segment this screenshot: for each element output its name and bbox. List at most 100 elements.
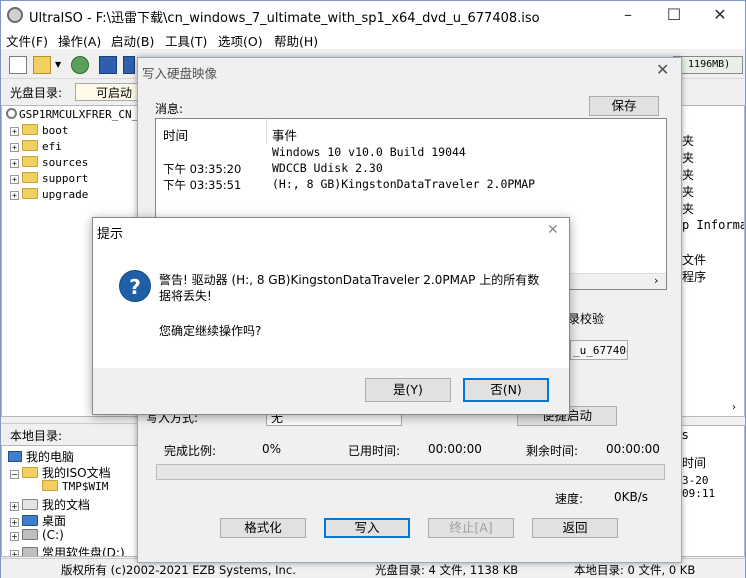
bootable-indicator: 可启动 <box>75 83 139 101</box>
local-file-list[interactable]: s 时间 3-20 09:11 <box>681 425 745 557</box>
local-directory-tree[interactable]: 我的电脑 − 我的ISO文档 TMP$WIM + 我的文档 + 桌面 + (C:) + 常… <box>1 445 141 557</box>
tree-my-iso-docs[interactable]: − 我的ISO文档 <box>10 464 111 480</box>
menu-help[interactable]: 帮助(H) <box>274 31 318 50</box>
menu-boot[interactable]: 启动(B) <box>111 31 154 50</box>
stop-button[interactable]: 终止[A] <box>428 518 514 538</box>
log-event: Windows 10 v10.0 Build 19044 <box>272 145 466 159</box>
dialog-close-icon[interactable]: ✕ <box>656 60 669 79</box>
folder-icon <box>22 467 38 478</box>
speed-label: 速度: <box>555 492 584 506</box>
list-item[interactable]: 程序 <box>682 268 706 285</box>
list-item[interactable]: 夹 <box>682 183 694 200</box>
documents-icon <box>22 499 38 510</box>
list-item[interactable]: 文件 <box>682 251 706 268</box>
local-dir-label: 本地目录: <box>10 429 63 443</box>
log-time: 下午 03:35:51 <box>163 178 242 192</box>
write-progress-bar <box>156 464 665 480</box>
expand-icon[interactable]: + <box>10 175 19 184</box>
back-button[interactable]: 返回 <box>532 518 618 538</box>
column-header-time[interactable]: 时间 <box>682 454 706 471</box>
write-button[interactable]: 写入 <box>324 518 410 538</box>
column-divider <box>266 119 267 143</box>
expand-icon[interactable]: + <box>10 143 19 152</box>
column-time: 时间 <box>163 128 189 143</box>
ultraiso-main-window: UltraISO - F:\迅雷下载\cn_windows_7_ultimate… <box>0 0 746 578</box>
confirm-dialog: 提示 ✕ ? 警告! 驱动器 (H:, 8 GB)KingstonDataTra… <box>92 217 570 415</box>
drive-icon <box>22 529 38 540</box>
iso-dir-label: 光盘目录: <box>10 86 63 100</box>
save-as-icon[interactable] <box>123 56 135 74</box>
confirm-footer: 是(Y) 否(N) <box>93 368 569 414</box>
save-log-button[interactable]: 保存 <box>589 96 659 116</box>
tree-tmp-wim[interactable]: TMP$WIM <box>42 480 108 496</box>
message-label: 消息: <box>155 102 184 116</box>
expand-icon[interactable]: + <box>10 518 19 527</box>
menu-options[interactable]: 选项(O) <box>218 31 263 50</box>
expand-icon[interactable]: + <box>10 502 19 511</box>
new-file-icon[interactable] <box>9 56 27 74</box>
dialog-title: 写入硬盘映像 <box>142 66 218 81</box>
save-disk-icon[interactable] <box>99 56 117 74</box>
desktop-icon <box>22 515 38 526</box>
list-item[interactable]: 夹 <box>682 132 694 149</box>
list-item[interactable]: 夹 <box>682 166 694 183</box>
tree-my-computer[interactable]: 我的电脑 <box>8 448 74 464</box>
expand-icon[interactable]: + <box>10 159 19 168</box>
drive-icon <box>22 547 38 556</box>
tree-drive-d[interactable]: + 常用软件盘(D:) <box>10 544 125 556</box>
tree-drive-c[interactable]: + (C:) <box>10 528 64 544</box>
column-header[interactable]: s <box>682 428 688 442</box>
tree-folder-support[interactable]: + support <box>10 172 88 188</box>
app-disc-icon <box>7 7 23 23</box>
scroll-right-icon[interactable]: › <box>654 274 658 287</box>
expand-icon[interactable]: + <box>10 532 19 541</box>
folder-icon <box>22 172 38 183</box>
tree-folder-sources[interactable]: + sources <box>10 156 88 172</box>
disc-icon <box>6 108 17 119</box>
confirm-close-icon[interactable]: ✕ <box>547 222 559 238</box>
dropdown-arrow-icon[interactable]: ▼ <box>55 56 63 74</box>
elapsed-value: 00:00:00 <box>428 442 482 456</box>
expand-icon[interactable]: + <box>10 127 19 136</box>
verify-label: 录校验 <box>568 312 605 326</box>
list-item[interactable]: 夹 <box>682 200 694 217</box>
scroll-right-icon[interactable]: › <box>732 402 736 413</box>
list-item[interactable]: 夹 <box>682 149 694 166</box>
list-item-time[interactable]: 3-20 09:11 <box>682 474 744 500</box>
close-icon[interactable]: ✕ <box>697 1 743 29</box>
log-event: (H:, 8 GB)KingstonDataTraveler 2.0PMAP <box>272 177 536 191</box>
tree-folder-boot[interactable]: + boot <box>10 124 69 140</box>
folder-icon <box>22 188 38 199</box>
column-event: 事件 <box>272 128 298 143</box>
elapsed-label: 已用时间: <box>348 444 401 458</box>
tree-folder-upgrade[interactable]: + upgrade <box>10 188 88 204</box>
remaining-value: 00:00:00 <box>606 442 660 456</box>
minimize-icon[interactable]: – <box>605 1 651 29</box>
format-button[interactable]: 格式化 <box>220 518 306 538</box>
iso-root-node[interactable]: GSP1RMCULXFRER_CN_D <box>6 108 145 124</box>
expand-icon[interactable]: + <box>10 191 19 200</box>
expand-icon[interactable]: + <box>10 550 19 556</box>
no-button[interactable]: 否(N) <box>463 378 549 402</box>
tree-folder-efi[interactable]: + efi <box>10 140 62 156</box>
list-item[interactable]: p Informat <box>682 218 744 232</box>
maximize-icon[interactable]: ☐ <box>651 1 697 29</box>
extract-icon[interactable] <box>71 56 89 74</box>
window-title: UltraISO - F:\迅雷下载\cn_windows_7_ultimate… <box>29 11 540 26</box>
menu-tools[interactable]: 工具(T) <box>165 31 207 50</box>
tree-my-documents[interactable]: + 我的文档 <box>10 496 90 512</box>
remaining-label: 剩余时间: <box>526 444 579 458</box>
disc-size-readout: - 1196MB) <box>673 56 743 74</box>
yes-button[interactable]: 是(Y) <box>365 378 451 402</box>
folder-icon <box>22 140 38 151</box>
iso-file-list[interactable]: 夹 夹 夹 夹 夹 p Informat 文件 程序 › <box>681 105 745 417</box>
open-folder-icon[interactable] <box>33 56 51 74</box>
collapse-icon[interactable]: − <box>10 470 19 479</box>
question-text: 您确定继续操作吗? <box>159 324 262 338</box>
status-copyright: 版权所有 (c)2002-2021 EZB Systems, Inc. <box>61 563 296 577</box>
image-file-field[interactable]: _u_677408 <box>570 340 628 360</box>
menu-action[interactable]: 操作(A) <box>58 31 101 50</box>
menu-file[interactable]: 文件(F) <box>6 31 48 50</box>
tree-desktop[interactable]: + 桌面 <box>10 512 66 528</box>
status-iso-dir: 光盘目录: 4 文件, 1138 KB <box>375 563 519 577</box>
